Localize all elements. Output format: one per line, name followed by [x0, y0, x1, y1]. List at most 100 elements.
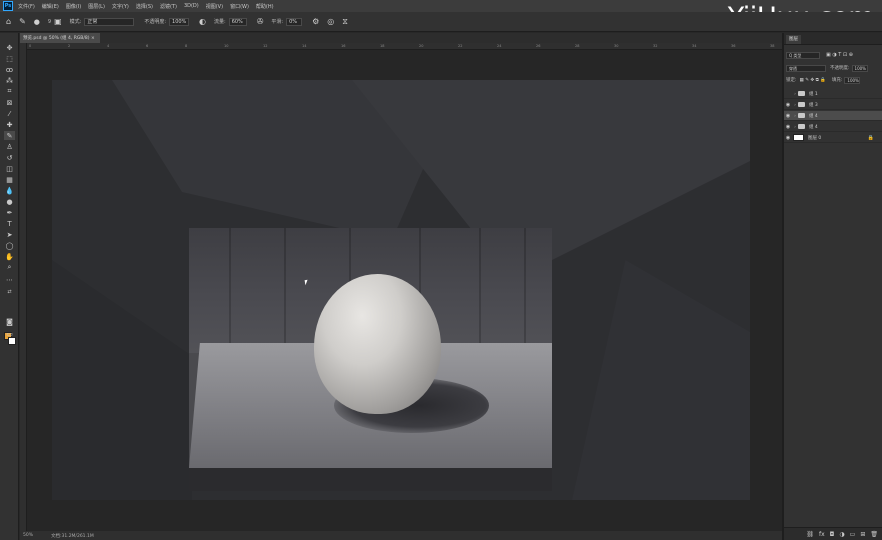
layer-row[interactable]: ◉ 图层 0 🔒	[784, 133, 882, 143]
vertical-ruler[interactable]	[20, 43, 27, 531]
layers-tab[interactable]: 图层	[786, 35, 801, 44]
eye-icon[interactable]: ◉	[784, 124, 792, 130]
brush-size-icon[interactable]: ●	[34, 18, 40, 26]
ellipse-tool-icon[interactable]: ◯	[4, 241, 15, 250]
eye-icon[interactable]: ◉	[784, 102, 792, 108]
more-tools-icon[interactable]: ⋯	[4, 275, 15, 284]
ruler-tick-label: 12	[263, 44, 268, 48]
brush-tool-icon[interactable]: ✎	[4, 131, 15, 140]
gradient-tool-icon[interactable]: ▦	[4, 175, 15, 184]
frame-tool-icon[interactable]: ⊠	[4, 98, 15, 107]
history-brush-tool-icon[interactable]: ↺	[4, 153, 15, 162]
document-tab-strip	[20, 33, 782, 43]
adjustment-layer-icon[interactable]: ◑	[839, 531, 844, 538]
eraser-tool-icon[interactable]: ◫	[4, 164, 15, 173]
ruler-tick-label: 6	[146, 44, 149, 48]
menu-select[interactable]: 选择(S)	[136, 3, 153, 10]
document-canvas[interactable]	[52, 80, 750, 500]
ruler-tick-label: 10	[224, 44, 229, 48]
screen-mode-icon[interactable]: ▭	[4, 329, 15, 338]
zoom-level[interactable]: 50%	[23, 533, 33, 538]
layer-style-icon[interactable]: fx	[819, 531, 825, 538]
marquee-tool-icon[interactable]: ⬚	[4, 54, 15, 63]
delete-layer-icon[interactable]: 🗑	[870, 531, 878, 538]
ruler-tick-label: 30	[614, 44, 619, 48]
layer-opacity-field[interactable]: 100%	[851, 64, 868, 72]
layers-panel-footer: ⛓ fx ◘ ◑ ▭ ⊞ 🗑	[784, 527, 882, 540]
ruler-tick-label: 36	[731, 44, 736, 48]
egg	[314, 274, 441, 414]
menu-edit[interactable]: 编辑(E)	[42, 3, 59, 10]
ruler-tick-label: 32	[653, 44, 658, 48]
path-selection-tool-icon[interactable]: ➤	[4, 230, 15, 239]
pressure-size-icon[interactable]: ◎	[327, 17, 334, 26]
swap-colors-icon[interactable]: ⇄	[4, 287, 15, 296]
menu-file[interactable]: 文件(F)	[18, 3, 35, 10]
menu-help[interactable]: 帮助(H)	[256, 3, 274, 10]
menu-view[interactable]: 视图(V)	[206, 3, 223, 10]
menu-layer[interactable]: 图层(L)	[88, 3, 105, 10]
ruler-tick-label: 14	[302, 44, 307, 48]
layer-row[interactable]: ◉ › 组 3	[784, 100, 882, 110]
zoom-tool-icon[interactable]: ⌕	[4, 263, 15, 272]
pasteboard[interactable]	[27, 50, 782, 531]
quick-mask-icon[interactable]: ◙	[4, 317, 15, 326]
eye-icon[interactable]: ◉	[784, 135, 792, 141]
menu-3d[interactable]: 3D(D)	[184, 3, 199, 9]
airbrush-icon[interactable]: ✇	[257, 17, 264, 26]
tools-panel: ✥ ⬚ ꝏ ⁂ ⌗ ⊠ ⁄ ✚ ✎ ♙ ↺ ◫ ▦ 💧 ● ✒ T ➤ ◯ ✋ …	[0, 33, 19, 540]
pressure-opacity-icon[interactable]: ◐	[199, 17, 206, 26]
layer-row-selected[interactable]: ◉ › 组 4	[784, 111, 882, 121]
type-tool-icon[interactable]: T	[4, 219, 15, 228]
brush-panel-icon[interactable]: ▣	[54, 17, 62, 26]
layers-panel: 图层 Q 类型 ▣ ◑ T ⊡ ⊕ 穿透 不透明度: 100% 锁定: ▦ ✎ …	[784, 33, 882, 540]
blend-mode-select[interactable]: 穿透	[786, 64, 826, 72]
document-tab[interactable]: 预览.psd @ 50% (组 4, RGB/8) ×	[20, 33, 100, 43]
pen-tool-icon[interactable]: ✒	[4, 208, 15, 217]
lasso-tool-icon[interactable]: ꝏ	[4, 65, 15, 74]
ruler-tick-label: 38	[770, 44, 775, 48]
layer-name: 组 4	[809, 124, 818, 130]
layer-filter-select[interactable]: Q 类型	[786, 51, 820, 59]
table-front-edge	[189, 468, 552, 491]
document-size[interactable]: 文档:31.2M/261.1M	[51, 533, 94, 539]
flow-field[interactable]: 60%	[228, 17, 247, 26]
dodge-tool-icon[interactable]: ●	[4, 197, 15, 206]
eye-icon[interactable]: ◉	[784, 113, 792, 119]
layer-row[interactable]: › 组 1	[784, 89, 882, 99]
menu-type[interactable]: 文字(Y)	[112, 3, 129, 10]
healing-brush-tool-icon[interactable]: ✚	[4, 120, 15, 129]
symmetry-icon[interactable]: ⧖	[342, 17, 348, 27]
ruler-tick-label: 18	[380, 44, 385, 48]
new-group-icon[interactable]: ▭	[850, 531, 856, 538]
link-layers-icon[interactable]: ⛓	[806, 531, 814, 538]
background-color-swatch[interactable]	[8, 337, 16, 345]
filter-icons[interactable]: ▣ ◑ T ⊡ ⊕	[826, 52, 853, 58]
move-tool-icon[interactable]: ✥	[4, 43, 15, 52]
layer-name: 图层 0	[808, 135, 822, 141]
lock-icon: 🔒	[867, 134, 874, 141]
fill-field[interactable]: 100%	[844, 76, 861, 84]
lock-icons[interactable]: ▦ ✎ ✥ ⧉ 🔒	[800, 77, 826, 83]
blur-tool-icon[interactable]: 💧	[4, 186, 15, 195]
magic-wand-tool-icon[interactable]: ⁂	[4, 76, 15, 85]
smoothing-field[interactable]: 0%	[286, 17, 303, 26]
add-mask-icon[interactable]: ◘	[830, 531, 835, 538]
mode-select[interactable]: 正常	[84, 17, 135, 26]
home-icon[interactable]: ⌂	[6, 17, 11, 26]
clone-stamp-tool-icon[interactable]: ♙	[4, 142, 15, 151]
menu-filter[interactable]: 滤镜(T)	[160, 3, 177, 10]
menu-image[interactable]: 图像(I)	[66, 3, 81, 10]
eyedropper-tool-icon[interactable]: ⁄	[4, 109, 15, 118]
crop-tool-icon[interactable]: ⌗	[4, 87, 15, 96]
opacity-field[interactable]: 100%	[169, 17, 190, 26]
brush-tool-preset-icon[interactable]: ✎	[19, 17, 26, 26]
layer-row[interactable]: ◉ › 组 4	[784, 122, 882, 132]
new-layer-icon[interactable]: ⊞	[860, 531, 865, 538]
flow-label: 流量:	[214, 19, 226, 25]
hand-tool-icon[interactable]: ✋	[4, 252, 15, 261]
menu-window[interactable]: 窗口(W)	[230, 3, 249, 10]
settings-gear-icon[interactable]: ⚙	[312, 17, 319, 26]
ruler-tick-label: 22	[458, 44, 463, 48]
horizontal-ruler[interactable]: 0 2 4 6 8 10 12 14 16 18 20 22 24 26 28 30 32 34 36 38	[27, 43, 782, 50]
